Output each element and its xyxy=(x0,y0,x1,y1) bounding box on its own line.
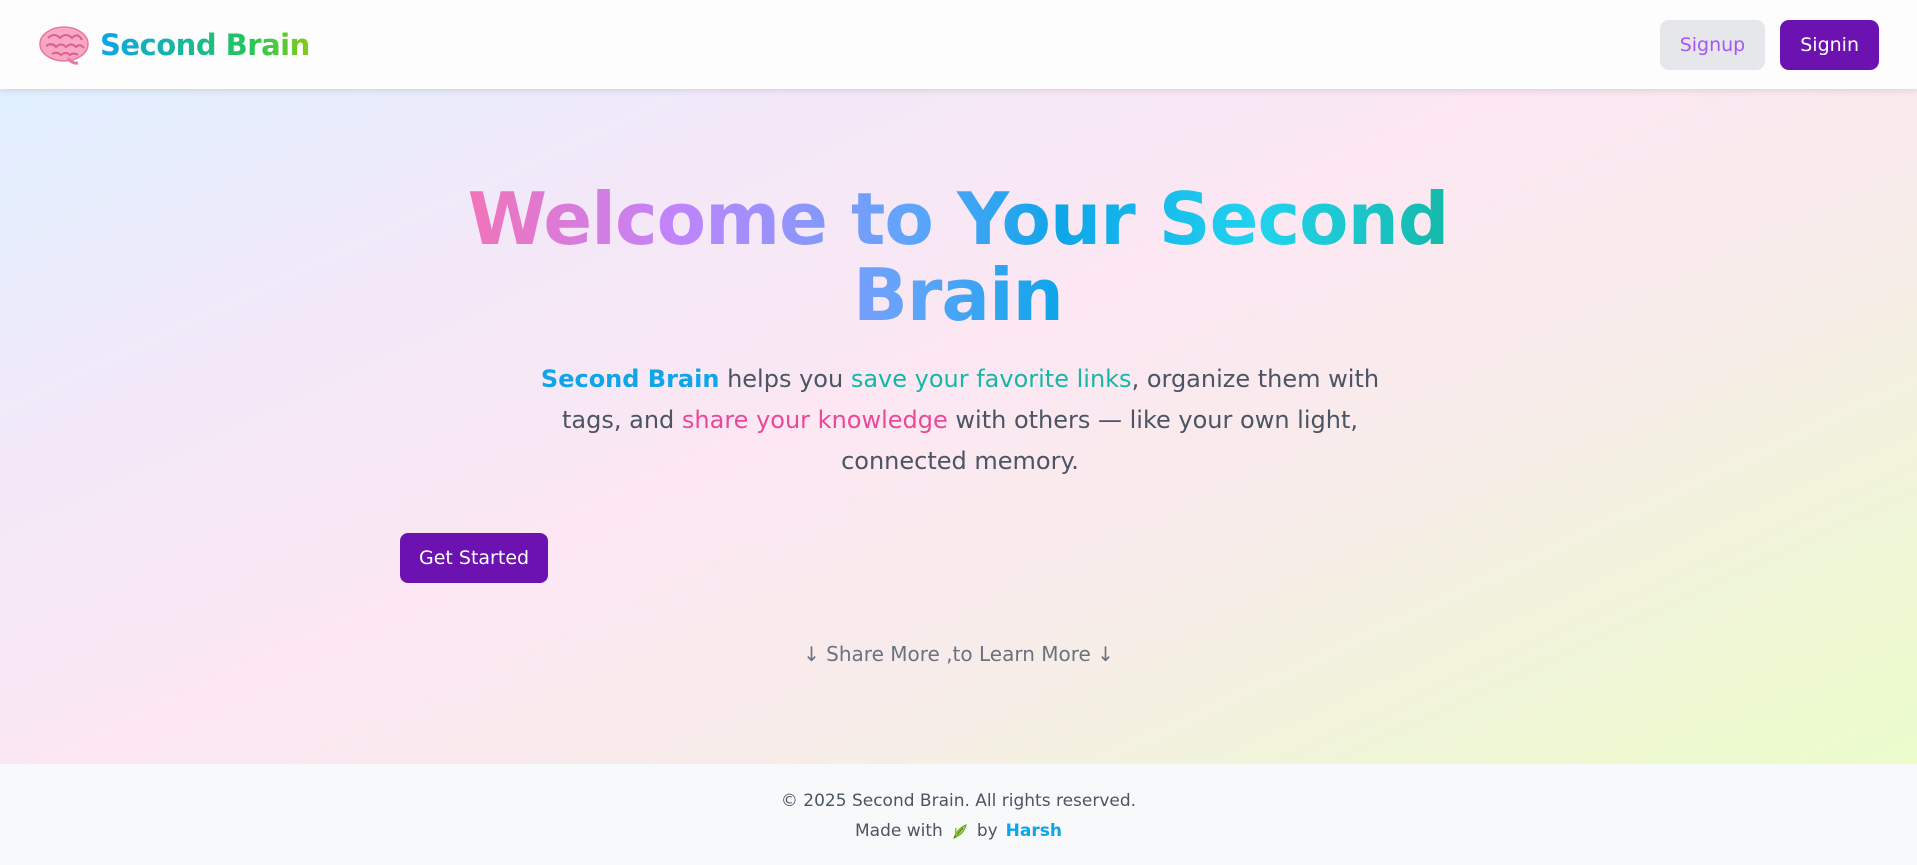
signup-button[interactable]: Signup xyxy=(1659,19,1766,70)
author-link[interactable]: Harsh xyxy=(1006,821,1062,841)
description-text-1: helps you xyxy=(719,365,851,393)
get-started-button[interactable]: Get Started xyxy=(400,533,549,583)
footer-made-with: Made with by Harsh xyxy=(0,821,1917,841)
leaf-icon xyxy=(951,822,969,840)
scroll-hint: ↓ Share More ,to Learn More ↓ xyxy=(803,642,1114,666)
hero-title: Welcome to Your Second Brain xyxy=(458,181,1458,333)
nav-actions: Signup Signin xyxy=(1659,19,1879,70)
highlight-save-links: save your favorite links xyxy=(850,365,1132,393)
navbar: Second Brain Signup Signin xyxy=(0,0,1917,89)
hero-section: Welcome to Your Second Brain Second Brai… xyxy=(0,89,1917,764)
made-with-text: Made with xyxy=(855,821,943,841)
highlight-share-knowledge: share your knowledge xyxy=(681,406,948,434)
brain-icon xyxy=(38,24,90,66)
hero-description: Second Brain helps you save your favorit… xyxy=(540,359,1380,482)
brand-name: Second Brain xyxy=(100,27,310,62)
footer: © 2025 Second Brain. All rights reserved… xyxy=(0,764,1917,865)
highlight-brand: Second Brain xyxy=(540,365,720,393)
signin-button[interactable]: Signin xyxy=(1780,19,1879,70)
footer-copyright: © 2025 Second Brain. All rights reserved… xyxy=(780,791,1137,811)
by-text: by xyxy=(976,821,998,841)
brand-logo[interactable]: Second Brain xyxy=(38,24,310,66)
